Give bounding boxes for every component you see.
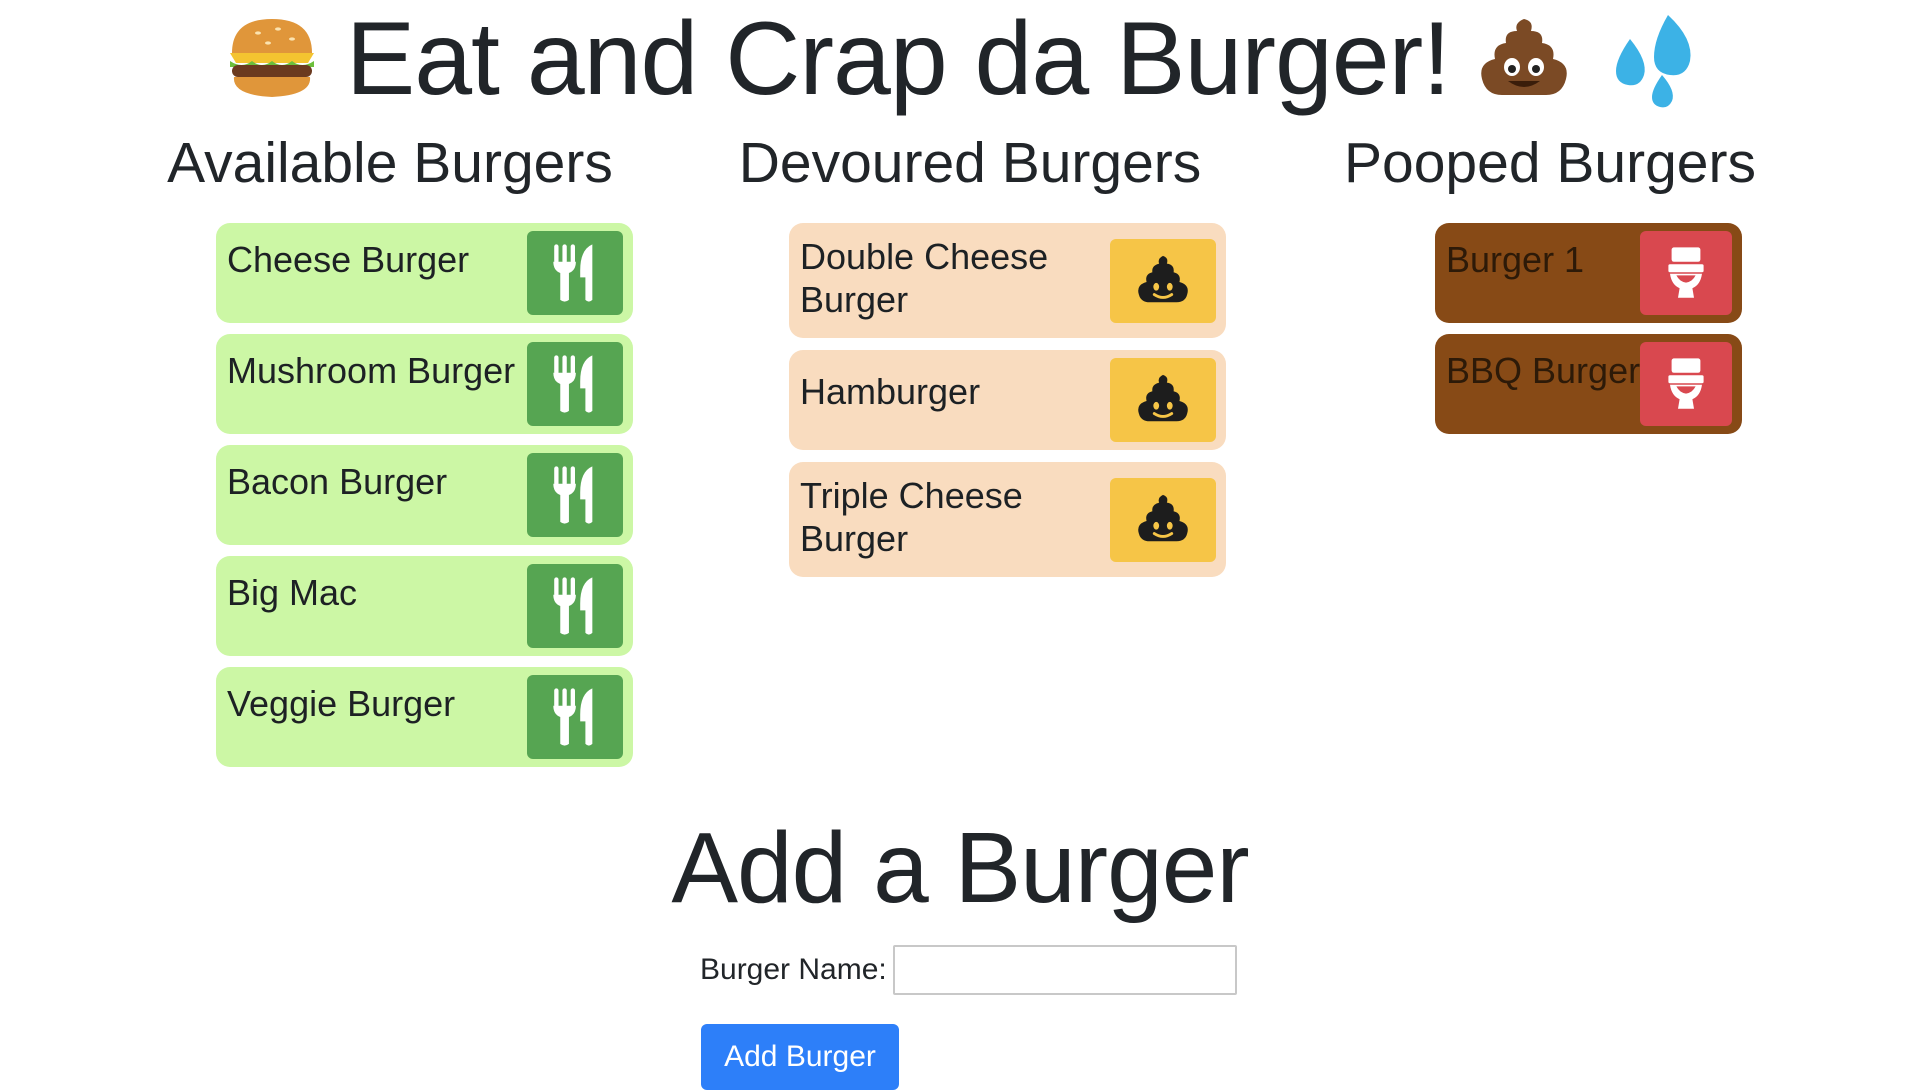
utensils-icon [549,686,601,748]
available-burgers-heading: Available Burgers [167,131,613,195]
available-burger-item: Veggie Burger [216,667,633,767]
burger-name: BBQ Burger [1446,350,1641,391]
utensils-icon [549,464,601,526]
available-burger-item: Big Mac [216,556,633,656]
poop-icon [1134,491,1192,549]
toilet-icon [1662,355,1710,413]
pile-of-poo-emoji-icon [1481,19,1567,95]
poop-icon [1134,252,1192,310]
flush-button[interactable] [1640,342,1732,426]
available-burger-item: Cheese Burger [216,223,633,323]
utensils-icon [549,242,601,304]
devour-button[interactable] [527,231,623,315]
add-burger-button[interactable]: Add Burger [701,1024,899,1090]
page-header: Eat and Crap da Burger! [0,0,1920,118]
devoured-burgers-heading: Devoured Burgers [738,131,1202,195]
burger-name-label: Burger Name: [700,953,887,986]
poop-button[interactable] [1110,358,1216,442]
devoured-burger-item: Triple Cheese Burger [789,462,1226,577]
utensils-icon [549,575,601,637]
page-title: Eat and Crap da Burger! [345,1,1451,117]
burger-name: Big Mac [227,572,358,613]
burger-name-line2: Burger [800,279,909,320]
add-burger-heading: Add a Burger [671,812,1249,924]
burger-name-input[interactable] [893,945,1237,995]
pooped-burger-item: BBQ Burger [1435,334,1742,434]
burger-name-line1: Double Cheese [800,236,1049,277]
devour-button[interactable] [527,453,623,537]
burger-name: Cheese Burger [227,239,470,280]
burger-name: Bacon Burger [227,461,448,502]
devour-button[interactable] [527,342,623,426]
hamburger-emoji-icon [229,19,314,97]
poop-button[interactable] [1110,239,1216,323]
burger-name-line2: Burger [800,518,909,559]
burger-name: Hamburger [800,371,981,412]
devour-button[interactable] [527,675,623,759]
devoured-burger-item: Double Cheese Burger [789,223,1226,338]
devour-button[interactable] [527,564,623,648]
burger-name: Mushroom Burger [227,350,516,391]
devoured-burger-item: Hamburger [789,350,1226,450]
poop-button[interactable] [1110,478,1216,562]
burger-name: Burger 1 [1446,239,1585,280]
utensils-icon [549,353,601,415]
burger-name: Veggie Burger [227,683,456,724]
toilet-icon [1662,244,1710,302]
flush-button[interactable] [1640,231,1732,315]
poop-icon [1134,371,1192,429]
pooped-burgers-heading: Pooped Burgers [1344,131,1756,195]
available-burger-item: Mushroom Burger [216,334,633,434]
available-burger-item: Bacon Burger [216,445,633,545]
pooped-burger-item: Burger 1 [1435,223,1742,323]
sweat-droplets-emoji-icon [1616,15,1691,108]
burger-name-line1: Triple Cheese [800,475,1023,516]
